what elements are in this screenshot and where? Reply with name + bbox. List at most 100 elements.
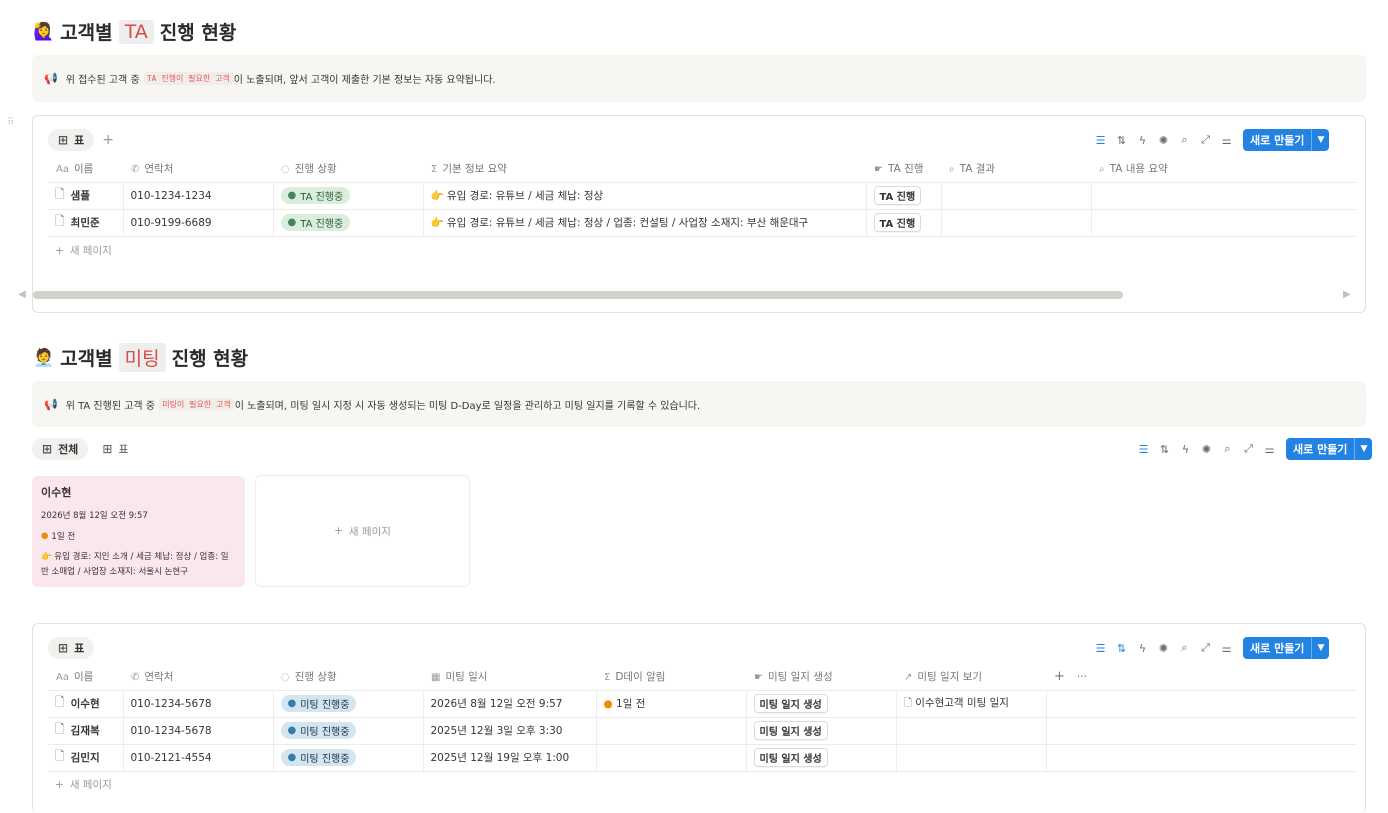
summary-cell[interactable]: 👉 유입 경로: 유튜브 / 세금 체납: 정상 / 업종: 컨설팅 / 사업장… — [423, 209, 867, 237]
sparkle-icon[interactable]: ✺ — [1153, 642, 1174, 655]
search-icon[interactable]: ⌕ — [1174, 641, 1195, 655]
chevron-down-icon[interactable]: ▼ — [1354, 438, 1372, 460]
status-cell[interactable]: ● 미팅 진행중 — [273, 717, 424, 745]
log-link[interactable]: 이수현고객 미팅 일지 — [915, 697, 1009, 709]
col-summary[interactable]: Σ 기본 정보 요약 — [423, 155, 866, 183]
sparkle-icon[interactable]: ✺ — [1196, 443, 1217, 456]
col-log-generate[interactable]: ☛ 미팅 일지 생성 — [746, 663, 896, 691]
expand-icon[interactable]: ⤢ — [1238, 442, 1259, 456]
col-status[interactable]: ◌ 진행 상황 — [273, 663, 423, 691]
phone-cell[interactable]: 010-2121-4554 — [123, 744, 274, 772]
filter-icon[interactable]: ☰ — [1090, 642, 1111, 655]
col-status[interactable]: ◌ 진행 상황 — [273, 155, 423, 183]
status-cell[interactable]: ● TA 진행중 — [273, 209, 424, 237]
phone-cell[interactable]: 010-1234-5678 — [123, 717, 274, 745]
filter-icon[interactable]: ☰ — [1133, 443, 1154, 456]
megaphone-icon: 📢 — [44, 397, 58, 411]
page-title-cell[interactable]: 🗋 김민지 — [55, 747, 100, 768]
table-row[interactable]: 🗋 김재복 010-1234-5678 ● 미팅 진행중 2025년 12월 3일 … — [48, 717, 1356, 745]
tab-all[interactable]: ⊞ 전체 — [32, 438, 89, 460]
new-button[interactable]: 새로 만들기 ▼ — [1286, 438, 1373, 460]
status-cell[interactable]: ● 미팅 진행중 — [273, 690, 424, 718]
filter-icon[interactable]: ☰ — [1090, 134, 1111, 147]
datetime-cell[interactable]: 2026년 8월 12일 오전 9:57 — [423, 690, 597, 718]
phone-cell[interactable]: 010-9199-6689 — [123, 209, 274, 237]
col-datetime[interactable]: ▦ 미팅 일시 — [423, 663, 596, 691]
table-row[interactable]: 🗋 샘플 010-1234-1234 ● TA 진행중 👉 유입 경로: 유튜브 /… — [48, 182, 1356, 210]
col-ta[interactable]: ☛ TA 진행 — [866, 155, 941, 183]
col-dday[interactable]: Σ D데이 알림 — [596, 663, 746, 691]
ta-progress-button[interactable]: TA 진행 — [873, 186, 922, 205]
sort-icon[interactable]: ⇅ — [1154, 443, 1175, 456]
table-row[interactable]: 🗋 최민준 010-9199-6689 ● TA 진행중 👉 유입 경로: 유튜브 … — [48, 209, 1356, 237]
col-name[interactable]: Aa 이름 — [48, 155, 123, 183]
sparkle-icon[interactable]: ✺ — [1153, 134, 1174, 147]
add-view-button[interactable]: + — [102, 132, 114, 148]
heading-highlight: TA — [118, 19, 154, 44]
log-view-cell[interactable] — [896, 717, 1047, 745]
settings-sliders-icon[interactable]: ⚌ — [1216, 642, 1237, 655]
search-icon[interactable]: ⌕ — [1217, 442, 1238, 456]
col-log-view[interactable]: ↗ 미팅 일지 보기 — [896, 663, 1046, 691]
horizontal-scrollbar[interactable] — [33, 291, 1123, 299]
automation-bolt-icon[interactable]: ϟ — [1132, 134, 1153, 147]
col-content[interactable]: ⌕ TA 내용 요약 — [1091, 155, 1356, 183]
settings-sliders-icon[interactable]: ⚌ — [1259, 443, 1280, 456]
new-page-row[interactable]: + 새 페이지 — [55, 243, 112, 258]
result-cell[interactable] — [941, 182, 1092, 210]
content-cell[interactable] — [1091, 209, 1356, 237]
search-icon[interactable]: ⌕ — [1174, 133, 1195, 147]
page-title-cell[interactable]: 🗋 최민준 — [55, 212, 100, 233]
scroll-right-arrow-icon[interactable]: ▶ — [1343, 289, 1351, 300]
ta-progress-button[interactable]: TA 진행 — [873, 213, 922, 232]
result-cell[interactable] — [941, 209, 1092, 237]
tab-table[interactable]: ⊞ 표 — [48, 637, 95, 659]
settings-sliders-icon[interactable]: ⚌ — [1216, 134, 1237, 147]
phone-cell[interactable]: 010-1234-1234 — [123, 182, 274, 210]
sort-icon[interactable]: ⇅ — [1111, 642, 1132, 655]
table-row[interactable]: 🗋 이수현 010-1234-5678 ● 미팅 진행중 2026년 8월 12일 … — [48, 690, 1356, 718]
col-name[interactable]: Aa 이름 — [48, 663, 123, 691]
page-title-cell[interactable]: 🗋 샘플 — [55, 185, 90, 206]
generate-log-button[interactable]: 미팅 일지 생성 — [753, 748, 828, 767]
datetime-cell[interactable]: 2025년 12월 3일 오후 3:30 — [423, 717, 597, 745]
tab-table[interactable]: ⊞ 표 — [92, 438, 138, 460]
board-new-page-card[interactable]: + 새 페이지 — [255, 475, 470, 587]
new-button-label: 새로 만들기 — [1250, 134, 1305, 147]
sort-icon[interactable]: ⇅ — [1111, 134, 1132, 147]
more-options-icon[interactable]: ··· — [1077, 671, 1087, 683]
add-column-button[interactable]: + — [1054, 669, 1065, 684]
phone-cell[interactable]: 010-1234-5678 — [123, 690, 274, 718]
automation-bolt-icon[interactable]: ϟ — [1175, 443, 1196, 456]
chevron-down-icon[interactable]: ▼ — [1311, 129, 1329, 151]
expand-icon[interactable]: ⤢ — [1195, 133, 1216, 147]
log-view-cell[interactable] — [896, 744, 1047, 772]
page-title-cell[interactable]: 🗋 김재복 — [55, 720, 100, 741]
chevron-down-icon[interactable]: ▼ — [1311, 637, 1329, 659]
col-phone[interactable]: ✆ 연락처 — [123, 155, 273, 183]
scroll-left-arrow-icon[interactable]: ◀ — [18, 289, 26, 300]
new-button[interactable]: 새로 만들기 ▼ — [1243, 129, 1330, 151]
expand-icon[interactable]: ⤢ — [1195, 641, 1216, 655]
log-view-cell[interactable]: 🗋 이수현고객 미팅 일지 — [896, 690, 1047, 718]
status-cell[interactable]: ● TA 진행중 — [273, 182, 424, 210]
content-cell[interactable] — [1091, 182, 1356, 210]
new-button[interactable]: 새로 만들기 ▼ — [1243, 637, 1330, 659]
summary-cell[interactable]: 👉 유입 경로: 유튜브 / 세금 체납: 정상 — [423, 182, 867, 210]
tab-label: 표 — [118, 443, 129, 456]
tab-table[interactable]: ⊞ 표 — [48, 129, 95, 151]
datetime-cell[interactable]: 2025년 12월 19일 오후 1:00 — [423, 744, 597, 772]
drag-handle-icon[interactable]: ⠿ — [7, 117, 14, 128]
generate-log-button[interactable]: 미팅 일지 생성 — [753, 721, 828, 740]
meeting-table: Aa 이름 ✆ 연락처 ◌ 진행 상황 ▦ 미팅 일시 Σ D데이 알림 ☛ 미팅 일지 생… — [48, 663, 1356, 772]
generate-log-button[interactable]: 미팅 일지 생성 — [753, 694, 828, 713]
page-title-cell[interactable]: 🗋 이수현 — [55, 693, 100, 714]
status-cell[interactable]: ● 미팅 진행중 — [273, 744, 424, 772]
col-result[interactable]: ⌕ TA 결과 — [941, 155, 1091, 183]
table-row[interactable]: 🗋 김민지 010-2121-4554 ● 미팅 진행중 2025년 12월 19일… — [48, 744, 1356, 772]
automation-bolt-icon[interactable]: ϟ — [1132, 642, 1153, 655]
col-phone[interactable]: ✆ 연락처 — [123, 663, 273, 691]
ta-cell: TA 진행 — [866, 182, 942, 210]
new-page-row[interactable]: + 새 페이지 — [55, 777, 112, 792]
board-card[interactable]: 이수현 2026년 8월 12일 오전 9:57 ● 1일 전 👉 유입 경로: … — [32, 476, 245, 587]
